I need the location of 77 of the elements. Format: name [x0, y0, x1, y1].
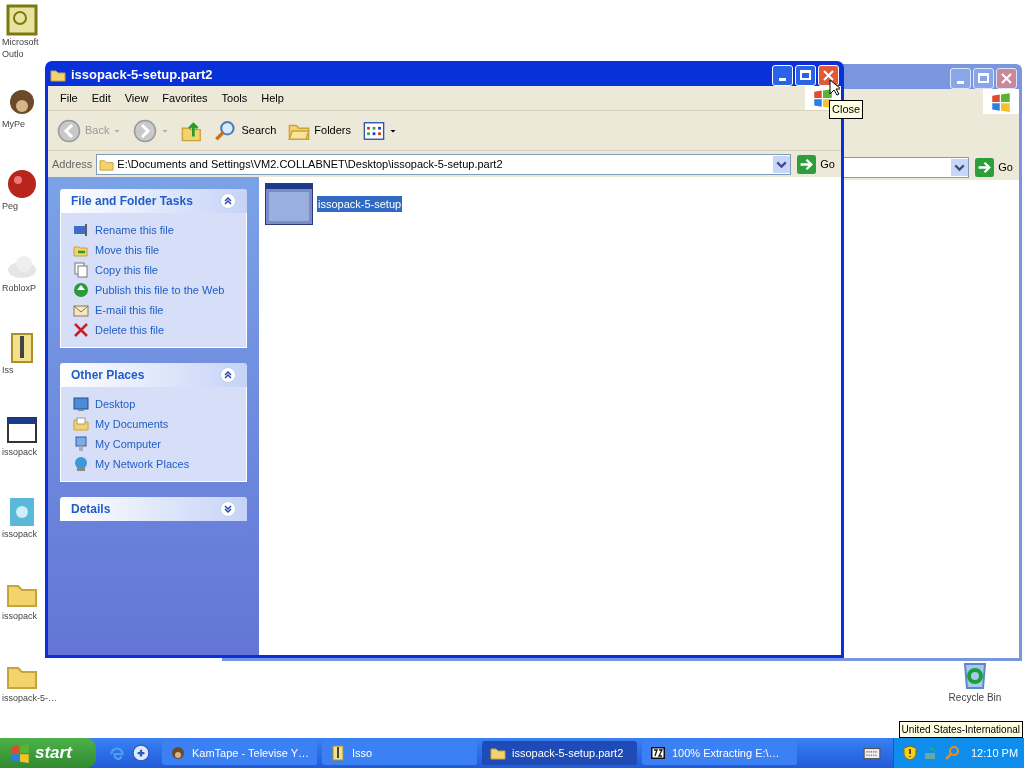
- collapse-icon: [220, 193, 236, 209]
- taskbar-button[interactable]: issopack-5-setup.part2: [482, 741, 637, 765]
- task-link[interactable]: Delete this file: [73, 322, 234, 338]
- task-link[interactable]: Move this file: [73, 242, 234, 258]
- collapse-icon: [220, 367, 236, 383]
- desktop-icon-label[interactable]: RobloxP: [2, 282, 37, 294]
- computer-icon: [73, 436, 89, 452]
- go-button[interactable]: Go: [795, 154, 837, 174]
- desktop-icon-label[interactable]: issopack-5-…: [2, 692, 57, 704]
- address-label: Address: [52, 156, 93, 172]
- task-link[interactable]: Copy this file: [73, 262, 234, 278]
- window-icon: [6, 414, 38, 446]
- close-icon: [823, 69, 834, 81]
- dropdown-icon: [951, 158, 969, 176]
- menu-item[interactable]: File: [54, 89, 84, 107]
- dropdown-icon: [773, 155, 791, 173]
- grid-icon: [363, 119, 385, 142]
- task-link[interactable]: Desktop: [73, 396, 234, 412]
- menu-item[interactable]: Tools: [215, 89, 254, 107]
- panel-header[interactable]: File and Folder Tasks: [60, 189, 247, 213]
- address-field[interactable]: E:\Documents and Settings\VM2.COLLABNET\Desktop\issopack-5-setup.part2: [96, 153, 792, 175]
- taskbar-button[interactable]: 100% Extracting E:\…: [642, 741, 797, 765]
- desktop-icon-label[interactable]: issopack: [2, 446, 37, 458]
- menu-item[interactable]: Help: [255, 89, 290, 107]
- network-icon: [73, 456, 89, 472]
- tooltip: Close: [829, 100, 864, 119]
- taskbar-button[interactable]: Isso: [322, 741, 477, 765]
- tooltip: United States-International: [898, 721, 1023, 738]
- desktop-icon-label[interactable]: issopack: [2, 528, 37, 540]
- desktop-icon: [73, 396, 89, 412]
- windows-logo-icon: [991, 91, 1011, 112]
- magnifier-icon: [944, 745, 960, 761]
- desktop-icon-label[interactable]: issopack: [2, 610, 37, 622]
- taskbar-button[interactable]: KamTape - Televise Y…: [162, 741, 317, 765]
- desktop-icon-label[interactable]: Outlo: [2, 48, 24, 60]
- windows-logo-icon: [10, 743, 30, 763]
- desktop-icon-label[interactable]: Peg: [2, 200, 18, 212]
- desktop-icon-label[interactable]: Microsoft: [2, 36, 39, 48]
- folder-icon: [50, 67, 66, 83]
- desktop-icon-label[interactable]: Recycle Bin: [948, 690, 1002, 705]
- shield-icon: [902, 745, 918, 761]
- copy-icon: [73, 262, 89, 278]
- documents-icon: [73, 416, 89, 432]
- windows-logo-icon: [813, 88, 833, 108]
- web-icon: [73, 282, 89, 298]
- panel-header[interactable]: Details: [60, 497, 247, 521]
- archive-icon: [650, 745, 666, 761]
- task-link[interactable]: E-mail this file: [73, 302, 234, 318]
- desktop-icon-label[interactable]: Iss: [2, 364, 14, 376]
- window-title: issopack-5-setup.part2: [71, 66, 213, 85]
- ball-icon: [6, 168, 38, 200]
- task-link[interactable]: My Documents: [73, 416, 234, 432]
- search-icon: [215, 119, 238, 142]
- menu-item[interactable]: View: [118, 89, 155, 107]
- task-link[interactable]: Publish this file to the Web: [73, 282, 234, 298]
- task-link[interactable]: My Computer: [73, 436, 234, 452]
- folders-button[interactable]: Folders: [285, 114, 354, 147]
- folder-icon: [490, 745, 506, 761]
- zip-folder-icon: [330, 745, 346, 761]
- window-icon[interactable]: [265, 183, 313, 225]
- rename-icon: [73, 222, 89, 238]
- search-button[interactable]: Search: [212, 114, 280, 147]
- panel-header[interactable]: Other Places: [60, 363, 247, 387]
- browser-icon: [108, 744, 126, 762]
- menu-item[interactable]: Edit: [85, 89, 117, 107]
- folder-up-icon: [181, 119, 204, 142]
- desktop-icon-label[interactable]: MyPe: [2, 118, 25, 130]
- task-link[interactable]: My Network Places: [73, 456, 234, 472]
- clock: 12:10 PM: [971, 745, 1019, 761]
- delete-icon: [73, 322, 89, 338]
- close-icon: [1001, 72, 1012, 84]
- go-button[interactable]: Go: [973, 157, 1015, 177]
- menu-item[interactable]: Favorites: [156, 89, 214, 107]
- expand-icon: [220, 501, 236, 517]
- monkey-icon: [170, 745, 186, 761]
- task-link[interactable]: Rename this file: [73, 222, 234, 238]
- file-name[interactable]: issopack-5-setup: [317, 195, 403, 213]
